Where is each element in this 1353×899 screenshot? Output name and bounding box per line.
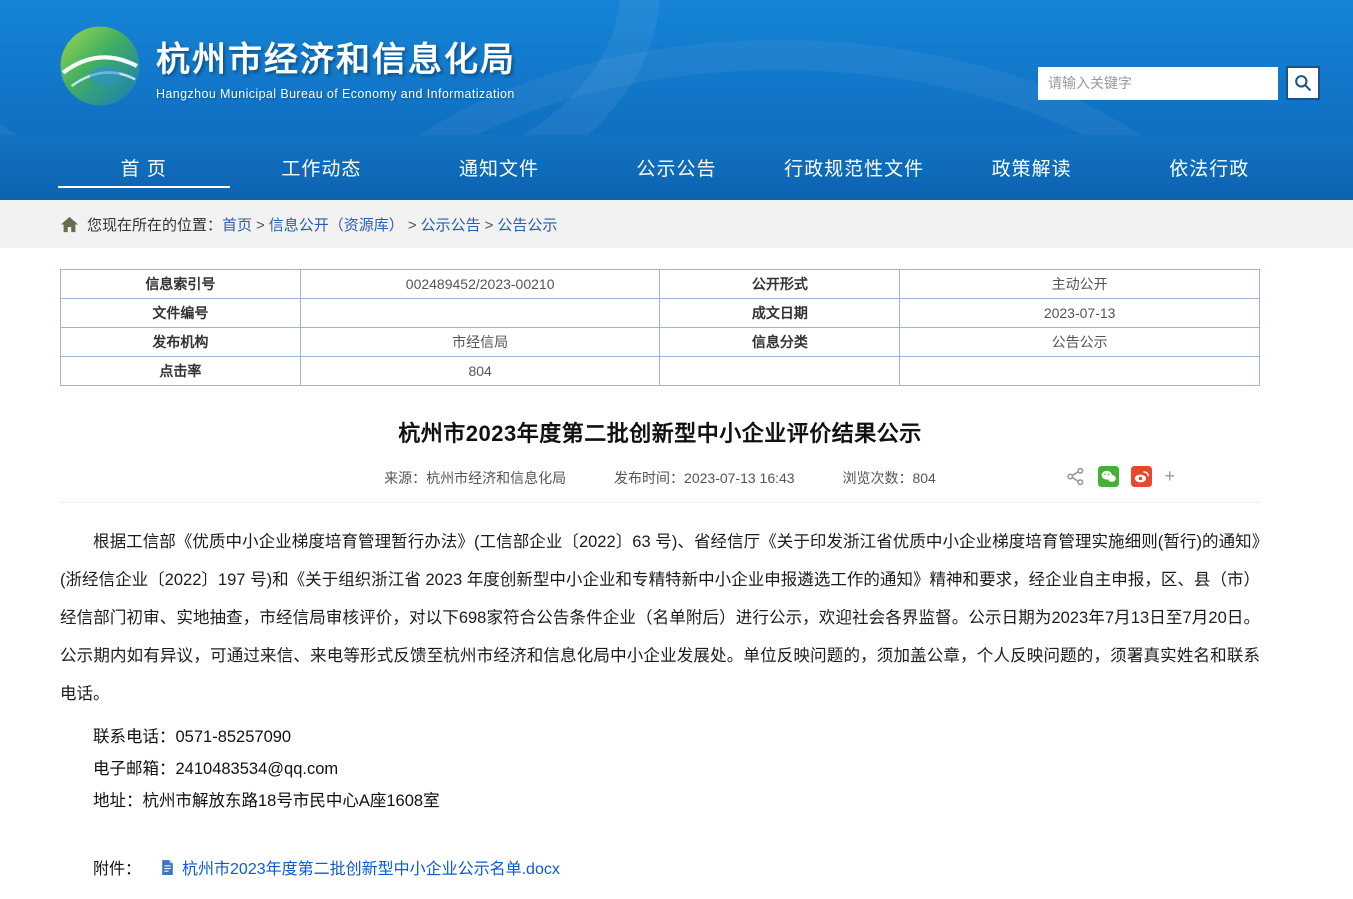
meta-source: 来源：杭州市经济和信息化局 (384, 470, 566, 486)
site-header: 杭州市经济和信息化局 Hangzhou Municipal Bureau of … (0, 0, 1353, 135)
nav-item-7[interactable]: 依法行政 (1120, 135, 1298, 200)
meta-views-value: 804 (912, 470, 935, 486)
search-icon (1293, 73, 1313, 93)
meta-source-label: 来源： (384, 470, 426, 486)
breadcrumb-link-2[interactable]: 信息公开（资源库） (269, 217, 404, 234)
word-doc-icon (159, 859, 176, 876)
meta-source-value: 杭州市经济和信息化局 (426, 470, 566, 486)
attachment-row: 附件： 杭州市2023年度第二批创新型中小企业公示名单.docx (60, 855, 1260, 879)
info-value: 主动公开 (900, 270, 1260, 299)
info-value (900, 357, 1260, 386)
article-title: 杭州市2023年度第二批创新型中小企业评价结果公示 (60, 416, 1260, 448)
article-meta: 来源：杭州市经济和信息化局 发布时间：2023-07-13 16:43 浏览次数… (60, 468, 1260, 503)
content-area: 信息索引号002489452/2023-00210公开形式主动公开文件编号成文日… (60, 248, 1260, 899)
info-value: 2023-07-13 (900, 299, 1260, 328)
nav-item-6[interactable]: 政策解读 (943, 135, 1121, 200)
info-label: 点击率 (61, 357, 301, 386)
breadcrumb-separator: > (485, 217, 494, 234)
site-subtitle: Hangzhou Municipal Bureau of Economy and… (156, 87, 516, 101)
info-value: 市经信局 (300, 328, 660, 357)
info-table-row: 发布机构市经信局信息分类公告公示 (61, 328, 1260, 357)
info-table-row: 点击率804 (61, 357, 1260, 386)
article-body: 根据工信部《优质中小企业梯度培育管理暂行办法》(工信部企业〔2022〕63 号)… (60, 523, 1260, 713)
breadcrumb: 您现在所在的位置： 首页>信息公开（资源库）>公示公告>公告公示 (0, 200, 1353, 248)
meta-views: 浏览次数：804 (842, 470, 935, 486)
share-icons: + (1065, 466, 1175, 487)
breadcrumb-link-1[interactable]: 首页 (222, 217, 252, 234)
info-table-row: 信息索引号002489452/2023-00210公开形式主动公开 (61, 270, 1260, 299)
info-value: 002489452/2023-00210 (300, 270, 660, 299)
main-nav: 首 页工作动态通知文件公示公告行政规范性文件政策解读依法行政 (0, 135, 1353, 200)
breadcrumb-separator: > (408, 217, 417, 234)
info-table-row: 文件编号 成文日期2023-07-13 (61, 299, 1260, 328)
info-table-body: 信息索引号002489452/2023-00210公开形式主动公开文件编号成文日… (61, 270, 1260, 386)
nav-item-5[interactable]: 行政规范性文件 (765, 135, 943, 200)
wechat-icon[interactable] (1098, 466, 1119, 487)
search-button[interactable] (1286, 66, 1320, 100)
site-title: 杭州市经济和信息化局 (156, 32, 516, 81)
nav-item-4[interactable]: 公示公告 (588, 135, 766, 200)
share-more-icon[interactable]: + (1164, 466, 1175, 487)
meta-views-label: 浏览次数： (842, 470, 912, 486)
info-label: 信息索引号 (61, 270, 301, 299)
meta-publish-value: 2023-07-13 16:43 (684, 470, 795, 486)
info-label: 信息分类 (660, 328, 900, 357)
home-icon[interactable] (60, 215, 79, 234)
contact-phone: 联系电话：0571-85257090 (60, 721, 1260, 753)
info-value (300, 299, 660, 328)
meta-publish-label: 发布时间： (614, 470, 684, 486)
info-label: 公开形式 (660, 270, 900, 299)
weibo-icon[interactable] (1131, 466, 1152, 487)
attachment-link[interactable]: 杭州市2023年度第二批创新型中小企业公示名单.docx (182, 855, 560, 879)
breadcrumb-links: 首页>信息公开（资源库）>公示公告>公告公示 (222, 214, 557, 235)
site-logo-icon (58, 24, 142, 108)
info-label (660, 357, 900, 386)
nav-item-1[interactable]: 首 页 (55, 135, 233, 200)
breadcrumb-link-4[interactable]: 公告公示 (497, 217, 557, 234)
search-area (1038, 66, 1320, 100)
breadcrumb-separator: > (256, 217, 265, 234)
meta-publish-time: 发布时间：2023-07-13 16:43 (614, 470, 795, 486)
search-input[interactable] (1038, 67, 1278, 100)
site-brand: 杭州市经济和信息化局 Hangzhou Municipal Bureau of … (58, 24, 516, 108)
contact-block: 联系电话：0571-85257090 电子邮箱：2410483534@qq.co… (60, 721, 1260, 817)
nav-item-3[interactable]: 通知文件 (410, 135, 588, 200)
nav-item-2[interactable]: 工作动态 (233, 135, 411, 200)
breadcrumb-link-3[interactable]: 公示公告 (421, 217, 481, 234)
breadcrumb-prefix: 您现在所在的位置： (87, 214, 222, 235)
contact-address: 地址：杭州市解放东路18号市民中心A座1608室 (60, 785, 1260, 817)
info-value: 804 (300, 357, 660, 386)
info-label: 成文日期 (660, 299, 900, 328)
attachment-label: 附件： (93, 855, 141, 879)
info-table: 信息索引号002489452/2023-00210公开形式主动公开文件编号成文日… (60, 269, 1260, 386)
info-label: 文件编号 (61, 299, 301, 328)
info-label: 发布机构 (61, 328, 301, 357)
contact-email: 电子邮箱：2410483534@qq.com (60, 753, 1260, 785)
share-nodes-icon[interactable] (1065, 466, 1086, 487)
info-value: 公告公示 (900, 328, 1260, 357)
